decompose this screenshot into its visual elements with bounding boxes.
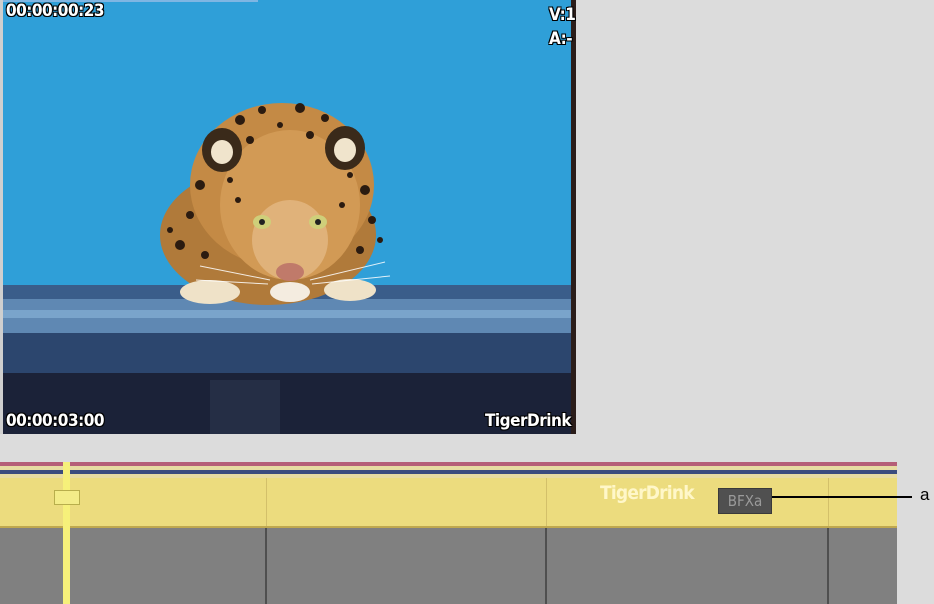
clip-name-label: TigerDrink [485, 411, 572, 431]
playhead[interactable] [63, 462, 70, 604]
video-track-cut [546, 478, 547, 526]
callout-label: a [920, 485, 930, 504]
effect-badge[interactable]: BFXa [718, 488, 772, 514]
player-viewer[interactable]: 00:00:00:23 V:1 A:- 00:00:03:00 TigerDri… [0, 0, 576, 434]
video-frame-image [0, 0, 576, 434]
video-track-indicator: V:1 [549, 5, 576, 25]
segment-clip-name[interactable]: TigerDrink [600, 482, 695, 504]
audio-track-cut [545, 528, 547, 604]
callout-line [772, 496, 912, 498]
timeline[interactable]: TigerDrink BFXa [0, 462, 897, 604]
audio-track-cut [265, 528, 267, 604]
audio-track-indicator: A:- [549, 29, 573, 49]
viewer-left-edge [0, 0, 3, 434]
video-track-cut [266, 478, 267, 526]
playhead-handle[interactable] [54, 490, 80, 505]
viewer-right-edge [571, 0, 576, 434]
timecode-current: 00:00:00:23 [6, 1, 105, 21]
timecode-duration: 00:00:03:00 [6, 411, 105, 431]
video-track-cut [828, 478, 829, 526]
audio-track[interactable] [0, 528, 897, 604]
audio-track-cut [827, 528, 829, 604]
